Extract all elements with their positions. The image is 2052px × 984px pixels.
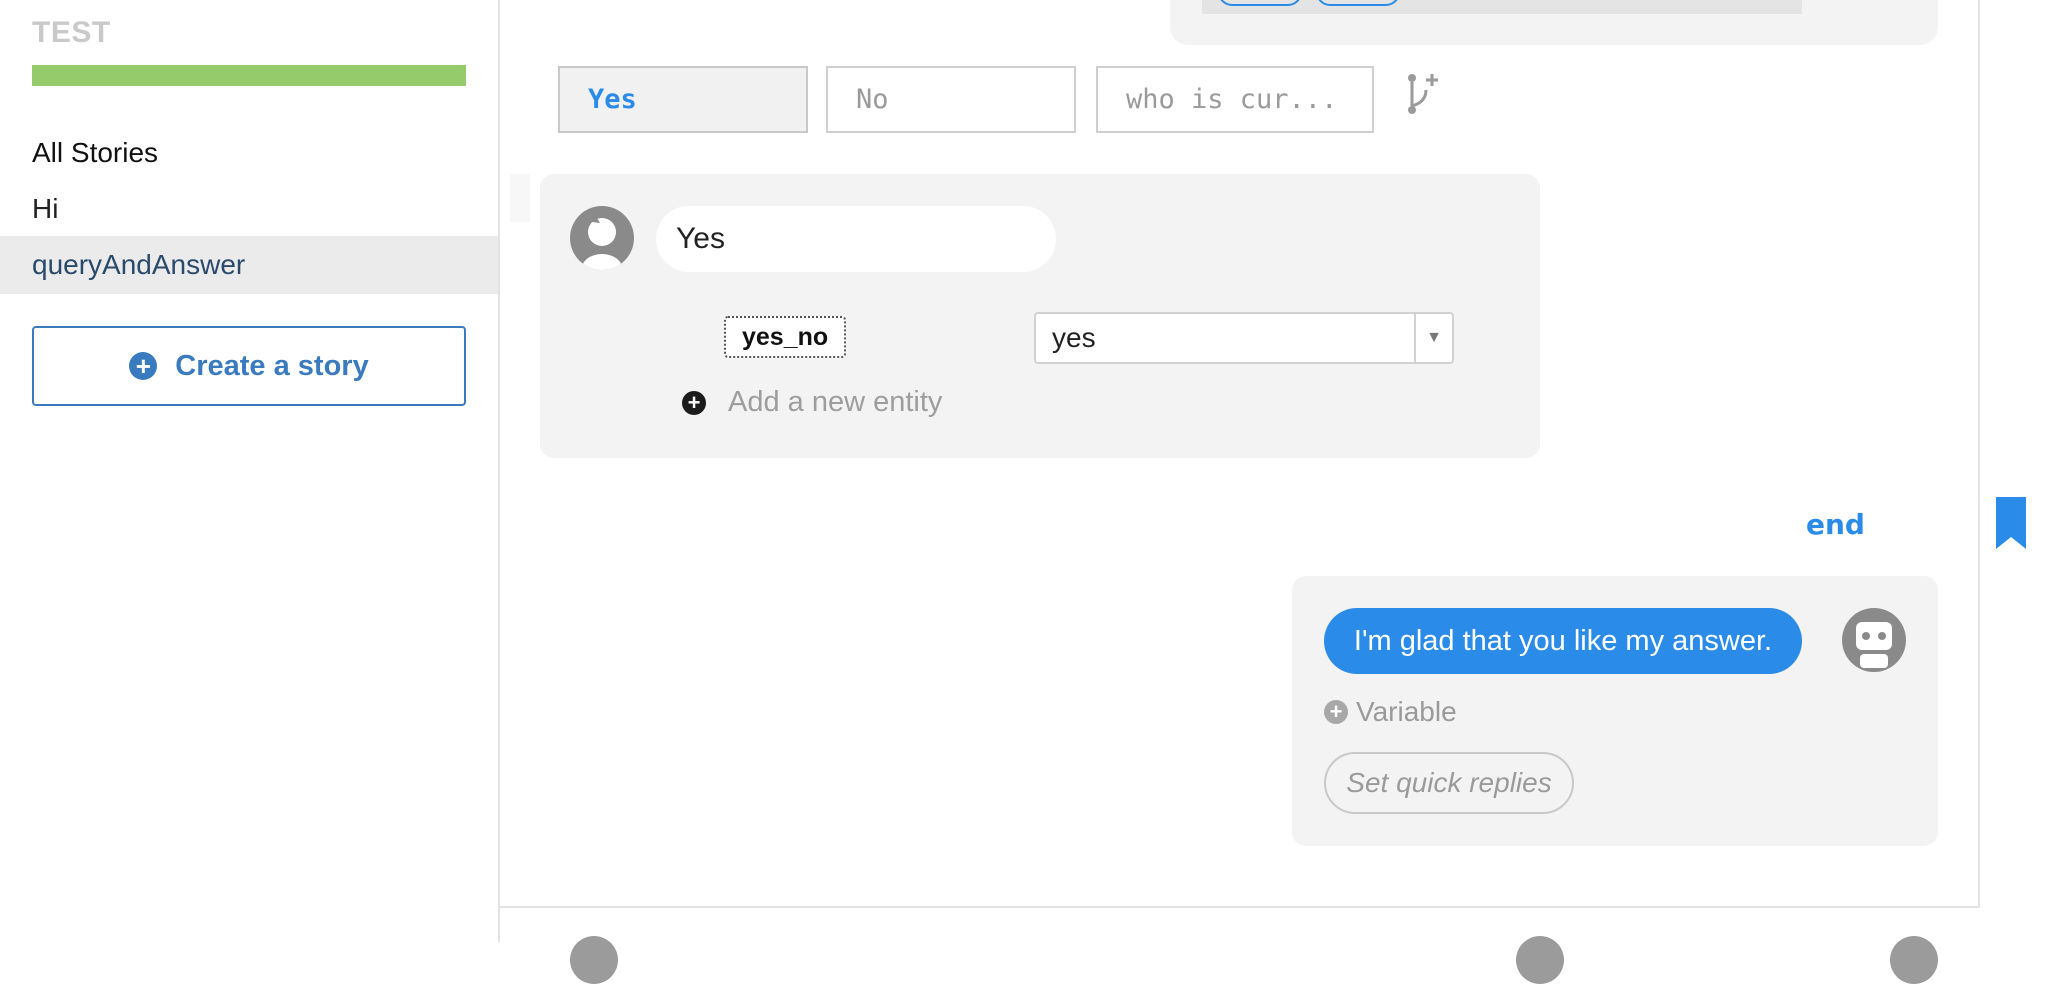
plus-circle-icon: + — [1324, 700, 1348, 724]
plus-circle-icon: + — [682, 390, 706, 415]
next-avatar-icon — [1516, 936, 1564, 984]
sidebar: TEST All Stories Hi queryAndAnswer + Cre… — [0, 0, 500, 942]
next-bot-avatar-icon — [1890, 936, 1938, 984]
variable-label: Variable — [1356, 696, 1457, 727]
app-title: TEST — [32, 16, 111, 49]
sidebar-item-hi[interactable]: Hi — [0, 180, 498, 238]
quick-reply-yes[interactable]: Yes — [558, 66, 808, 133]
previous-quick-reply[interactable] — [1218, 0, 1302, 6]
add-variable-button[interactable]: + Variable — [1324, 696, 1457, 728]
add-entity-label: Add a new entity — [728, 386, 943, 418]
next-user-avatar-icon — [570, 936, 618, 984]
quick-reply-who-is-cur[interactable]: who is cur... — [1096, 66, 1374, 133]
end-label: end — [1806, 508, 1865, 541]
content-right-border — [1978, 0, 1980, 906]
card-notch — [510, 174, 530, 222]
create-story-button[interactable]: + Create a story — [32, 326, 466, 406]
sidebar-item-all-stories[interactable]: All Stories — [0, 124, 498, 182]
bot-avatar-icon — [1842, 608, 1906, 672]
branch-add-icon[interactable] — [1404, 72, 1440, 118]
sidebar-item-queryandanswer[interactable]: queryAndAnswer — [0, 236, 498, 294]
entity-value: yes — [1052, 322, 1096, 353]
quick-reply-no[interactable]: No — [826, 66, 1076, 133]
previous-bot-card — [1170, 0, 1938, 45]
entity-value-select[interactable]: yes ▼ — [1034, 312, 1454, 364]
chevron-down-icon[interactable]: ▼ — [1414, 314, 1452, 362]
progress-bar — [32, 65, 466, 86]
entity-tag-yes-no[interactable]: yes_no — [724, 316, 847, 358]
set-quick-replies-button[interactable]: Set quick replies — [1324, 752, 1574, 814]
bookmark-icon[interactable] — [1996, 497, 2026, 549]
content-bottom-border — [500, 906, 1980, 908]
add-entity-button[interactable]: + Add a new entity — [682, 386, 942, 419]
user-avatar-icon — [570, 206, 634, 270]
progress-fill — [32, 65, 466, 86]
bot-message-bubble[interactable]: I'm glad that you like my answer. — [1324, 608, 1802, 674]
previous-quick-reply[interactable] — [1316, 0, 1400, 6]
plus-circle-icon: + — [129, 352, 158, 380]
create-story-label: Create a story — [175, 349, 369, 382]
user-message-input[interactable]: Yes — [656, 206, 1056, 272]
